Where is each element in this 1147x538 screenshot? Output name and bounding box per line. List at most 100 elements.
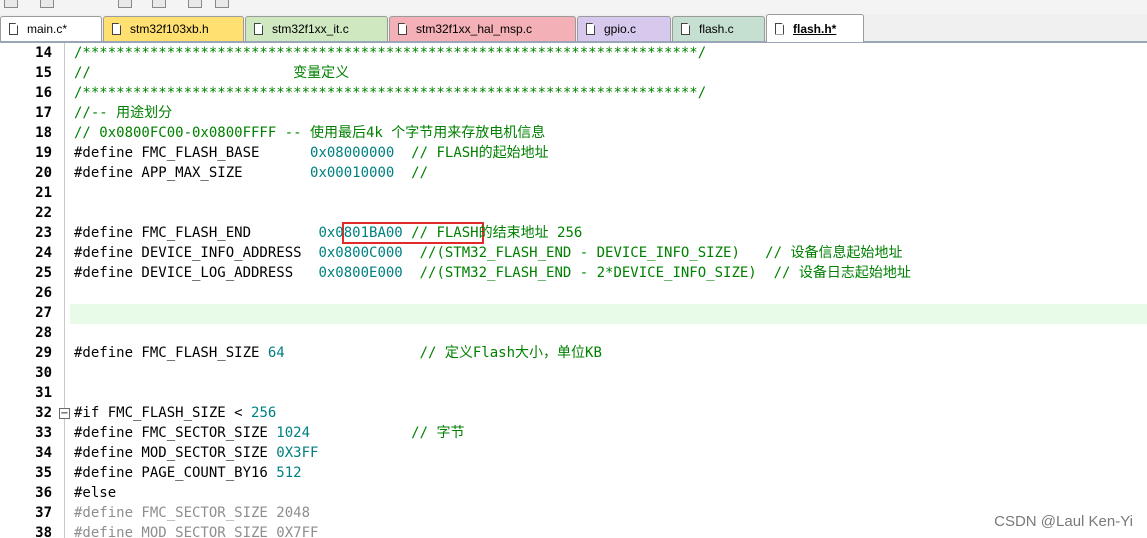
code-line: 22 [0, 203, 1147, 223]
code-line: 33 #define FMC_SECTOR_SIZE 1024 // 字节 [0, 423, 1147, 443]
line-number: 36 [35, 485, 52, 501]
toolbar [0, 0, 1147, 14]
code-editor[interactable]: 14 /*************************************… [0, 43, 1147, 538]
code-value: 0X3FF [276, 445, 319, 461]
line-number: 28 [35, 325, 52, 341]
line-number: 17 [35, 105, 52, 121]
code-text: #define FMC_SECTOR_SIZE 1024 // 字节 [74, 423, 464, 443]
code-line: 27 [0, 303, 1147, 323]
code-value: 64 [267, 345, 285, 361]
code-line: 21 [0, 183, 1147, 203]
code-text: #define DEVICE_LOG_ADDRESS 0x0800E000 //… [74, 263, 911, 283]
file-icon [398, 23, 407, 35]
fold-toggle-icon[interactable]: − [59, 408, 70, 419]
line-number: 22 [35, 205, 52, 221]
tab-label: gpio.c [604, 22, 637, 36]
tab-bar: main.c* stm32f103xb.h stm32f1xx_it.c stm32f… [0, 14, 1147, 43]
code-directive: #define MOD_SECTOR_SIZE [74, 445, 277, 461]
code-comment: //(STM32_FLASH_END - 2*DEVICE_INFO_SIZE)… [402, 265, 911, 281]
code-line: 30 [0, 363, 1147, 383]
code-value: 0x00010000 [310, 165, 395, 181]
code-text: //-- 用途划分 [74, 105, 173, 121]
line-number: 33 [35, 425, 52, 441]
code-line: 26 [0, 283, 1147, 303]
tab-label: flash.c [699, 22, 734, 36]
line-number: 16 [35, 85, 52, 101]
code-text: // 0x0800FC00-0x0800FFFF -- 使用最后4k 个字节用来… [74, 125, 546, 141]
code-comment: // 字节 [310, 425, 465, 441]
tab-flash-h[interactable]: flash.h* [766, 14, 864, 42]
line-number: 24 [35, 245, 52, 261]
tab-gpio-c[interactable]: gpio.c [577, 16, 671, 41]
code-text: #define MOD_SECTOR_SIZE 0X3FF [74, 443, 318, 463]
toolbar-button[interactable] [215, 0, 229, 8]
code-line: 16 /*************************************… [0, 83, 1147, 103]
code-line: 20 #define APP_MAX_SIZE 0x00010000 // [0, 163, 1147, 183]
code-value: 256 [251, 405, 277, 421]
code-text: #define MOD_SECTOR_SIZE 0X7FF [74, 525, 319, 538]
code-directive: #define FMC_FLASH_SIZE [74, 345, 268, 361]
code-text: #define FMC_FLASH_SIZE 64 // 定义Flash大小，单… [74, 343, 602, 363]
line-number: 30 [35, 365, 52, 381]
code-value: 0x0800C000 [318, 245, 403, 261]
line-number: 34 [35, 445, 52, 461]
code-directive: #define FMC_FLASH_BASE [74, 145, 311, 161]
tab-stm32f103xb-h[interactable]: stm32f103xb.h [103, 16, 244, 41]
code-directive: #define APP_MAX_SIZE [74, 165, 311, 181]
code-line: 29 #define FMC_FLASH_SIZE 64 // 定义Flash大小… [0, 343, 1147, 363]
line-number: 38 [35, 525, 52, 538]
tab-label: stm32f103xb.h [130, 22, 209, 36]
code-line: 31 [0, 383, 1147, 403]
line-number: 35 [35, 465, 52, 481]
code-text: #define FMC_SECTOR_SIZE 2048 [74, 505, 311, 521]
code-text: /***************************************… [74, 45, 707, 61]
code-directive: #define DEVICE_LOG_ADDRESS [74, 265, 319, 281]
tab-stm32f1xx-hal-msp-c[interactable]: stm32f1xx_hal_msp.c [389, 16, 576, 41]
code-value: 0x08000000 [310, 145, 395, 161]
file-icon [9, 23, 18, 35]
toolbar-button[interactable] [188, 0, 202, 8]
line-number: 14 [35, 45, 52, 61]
code-value: 0x0800E000 [318, 265, 403, 281]
tab-stm32f1xx-it-c[interactable]: stm32f1xx_it.c [245, 16, 388, 41]
toolbar-button[interactable] [40, 0, 54, 8]
tab-label: main.c* [27, 22, 68, 36]
line-number: 26 [35, 285, 52, 301]
code-line: 37 #define FMC_SECTOR_SIZE 2048 [0, 503, 1147, 523]
code-line: 17 //-- 用途划分 [0, 103, 1147, 123]
file-icon [254, 23, 263, 35]
tab-flash-c[interactable]: flash.c [672, 16, 765, 41]
line-number: 21 [35, 185, 52, 201]
file-icon [775, 22, 784, 35]
code-line: 23 #define FMC_FLASH_END 0x0801BA00 // FL… [0, 223, 1147, 243]
file-icon [586, 23, 595, 35]
watermark: CSDN @Laul Ken-Yi [994, 513, 1133, 530]
line-number: 19 [35, 145, 52, 161]
code-text: #define PAGE_COUNT_BY16 512 [74, 463, 302, 483]
code-directive: #define DEVICE_INFO_ADDRESS [74, 245, 319, 261]
code-text: #define APP_MAX_SIZE 0x00010000 // [74, 163, 428, 183]
code-line: 36 #else [0, 483, 1147, 503]
code-line: 25 #define DEVICE_LOG_ADDRESS 0x0800E000 … [0, 263, 1147, 283]
toolbar-button[interactable] [4, 0, 18, 8]
code-line: 19 #define FMC_FLASH_BASE 0x08000000 // F… [0, 143, 1147, 163]
line-number: 27 [35, 305, 52, 321]
code-line: 24 #define DEVICE_INFO_ADDRESS 0x0800C000… [0, 243, 1147, 263]
code-value: 0x0801BA00 [318, 225, 403, 241]
code-comment: // FLASH的起始地址 [394, 145, 549, 161]
code-line: 35 #define PAGE_COUNT_BY16 512 [0, 463, 1147, 483]
code-comment: // [394, 165, 429, 181]
code-comment: // 定义Flash大小，单位KB [284, 345, 602, 361]
line-number: 18 [35, 125, 52, 141]
toolbar-button[interactable] [152, 0, 166, 8]
toolbar-button[interactable] [118, 0, 132, 8]
tab-label: stm32f1xx_it.c [272, 22, 349, 36]
code-line: 32− #if FMC_FLASH_SIZE < 256 [0, 403, 1147, 423]
code-text: #define FMC_FLASH_BASE 0x08000000 // FLA… [74, 143, 549, 163]
code-value: 512 [276, 465, 302, 481]
code-directive: #define PAGE_COUNT_BY16 [74, 465, 277, 481]
line-number: 31 [35, 385, 52, 401]
code-directive: #if FMC_FLASH_SIZE < [74, 405, 252, 421]
line-number: 20 [35, 165, 52, 181]
tab-main-c[interactable]: main.c* [0, 16, 102, 41]
